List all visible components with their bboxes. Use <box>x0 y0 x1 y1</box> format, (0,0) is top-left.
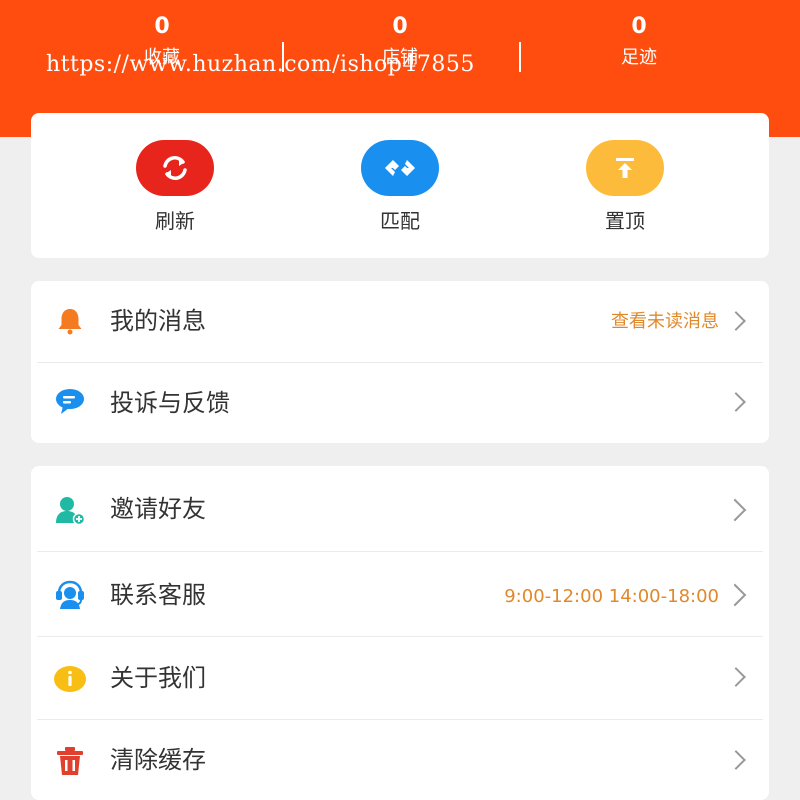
bell-icon <box>52 303 88 339</box>
stat-footprints[interactable]: 0 足迹 <box>539 14 739 70</box>
chevron-right-icon <box>723 498 747 522</box>
more-card: 邀请好友 联系客服 9:00-12:00 14:00-18:00 关于我们 清除… <box>31 466 769 800</box>
chevron-right-icon <box>723 583 747 607</box>
messages-card: 我的消息 查看未读消息 投诉与反馈 <box>31 281 769 443</box>
match-label: 匹配 <box>380 209 420 233</box>
chevron-right-icon <box>726 750 746 770</box>
chevron-right-icon <box>726 667 746 687</box>
feedback-row[interactable]: 投诉与反馈 <box>31 363 769 443</box>
contact-support-label: 联系客服 <box>110 581 206 609</box>
watermark-text: https://www.huzhan.com/ishop47855 <box>46 52 475 77</box>
contact-support-row[interactable]: 联系客服 9:00-12:00 14:00-18:00 <box>31 552 769 636</box>
stat-footprints-label: 足迹 <box>621 47 657 68</box>
support-hours-text: 9:00-12:00 14:00-18:00 <box>504 586 719 607</box>
my-messages-label: 我的消息 <box>110 307 206 335</box>
headset-icon <box>52 576 88 612</box>
chevron-right-icon <box>726 311 746 331</box>
my-messages-row[interactable]: 我的消息 查看未读消息 <box>31 281 769 362</box>
match-icon <box>361 140 439 196</box>
invite-friends-label: 邀请好友 <box>110 495 206 523</box>
invite-friends-row[interactable]: 邀请好友 <box>31 466 769 551</box>
refresh-button[interactable]: 刷新 <box>105 140 245 234</box>
stat-shops-count: 0 <box>392 14 408 39</box>
stat-footprints-count: 0 <box>631 14 647 39</box>
chat-bubble-icon <box>52 383 88 419</box>
about-us-row[interactable]: 关于我们 <box>31 637 769 719</box>
my-messages-hint: 查看未读消息 <box>611 311 719 332</box>
clear-cache-row[interactable]: 清除缓存 <box>31 720 769 800</box>
chevron-right-icon <box>726 392 746 412</box>
pin-top-icon <box>586 140 664 196</box>
feedback-label: 投诉与反馈 <box>110 389 230 417</box>
pin-top-label: 置顶 <box>605 209 645 233</box>
quick-actions-card: 刷新 匹配 置顶 <box>31 113 769 258</box>
refresh-icon <box>136 140 214 196</box>
pin-top-button[interactable]: 置顶 <box>555 140 695 234</box>
trash-icon <box>52 743 88 779</box>
clear-cache-label: 清除缓存 <box>110 746 206 774</box>
add-friend-icon <box>52 492 88 528</box>
stat-divider <box>519 42 521 72</box>
about-us-label: 关于我们 <box>110 664 206 692</box>
refresh-label: 刷新 <box>155 209 195 233</box>
stat-favorites-count: 0 <box>154 14 170 39</box>
match-button[interactable]: 匹配 <box>330 140 470 234</box>
info-icon <box>52 661 88 697</box>
